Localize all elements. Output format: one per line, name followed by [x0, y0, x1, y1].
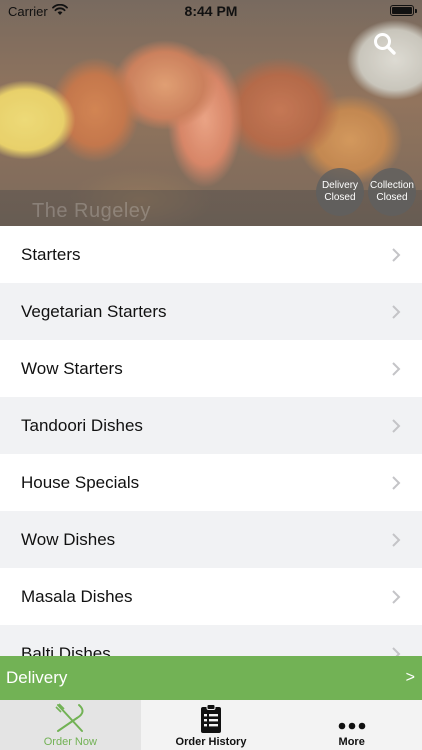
order-list-icon — [201, 704, 221, 733]
delivery-status-badge: Delivery Closed — [316, 168, 364, 216]
delivery-badge-line1: Delivery — [321, 180, 359, 191]
chevron-right-icon — [392, 589, 401, 604]
delivery-arrow: > — [405, 669, 415, 686]
menu-item-label: Starters — [21, 244, 81, 264]
status-time: 8:44 PM — [184, 3, 238, 19]
tab-label: Order Now — [43, 736, 97, 748]
menu-item-label: Wow Dishes — [21, 529, 116, 549]
menu-item-wow-dishes[interactable]: Wow Dishes — [0, 511, 422, 568]
chevron-right-icon — [392, 475, 401, 490]
menu-item-label: Wow Starters — [21, 358, 123, 378]
bottom-tab-bar: Order Now Order History More — [0, 700, 422, 750]
menu-item-masala-dishes[interactable]: Masala Dishes — [0, 568, 422, 625]
menu-item-label: Masala Dishes — [21, 586, 133, 606]
menu-item-tandoori-dishes[interactable]: Tandoori Dishes — [0, 397, 422, 454]
hero-banner: The Rugeley Delivery Closed Collection C… — [0, 0, 422, 226]
more-dots-icon — [338, 722, 365, 730]
menu-item-label: Tandoori Dishes — [21, 415, 143, 435]
restaurant-name: The Rugeley — [32, 200, 151, 222]
fork-knife-icon — [55, 703, 84, 732]
collection-badge-line2: Closed — [376, 192, 408, 203]
chevron-right-icon — [392, 532, 401, 547]
chevron-right-icon — [392, 247, 401, 262]
search-icon[interactable] — [372, 31, 398, 57]
chevron-right-icon — [392, 361, 401, 376]
tab-more[interactable]: More — [281, 700, 422, 750]
tab-label: Order History — [175, 736, 247, 748]
menu-item-house-specials[interactable]: House Specials — [0, 454, 422, 511]
menu-item-label: Vegetarian Starters — [21, 301, 167, 321]
delivery-badge-line2: Closed — [324, 192, 356, 203]
menu-item-label: House Specials — [21, 472, 140, 492]
tab-label: More — [338, 736, 365, 748]
chevron-right-icon — [392, 646, 401, 656]
delivery-mode-bar[interactable]: Delivery > — [0, 656, 422, 700]
menu-item-starters[interactable]: Starters — [0, 226, 422, 283]
tab-order-now[interactable]: Order Now — [0, 700, 141, 750]
chevron-right-icon — [392, 304, 401, 319]
menu-category-list: Starters Vegetarian Starters Wow Starter… — [0, 226, 422, 656]
chevron-right-icon — [392, 418, 401, 433]
tab-order-history[interactable]: Order History — [141, 700, 282, 750]
collection-status-badge: Collection Closed — [368, 168, 416, 216]
delivery-mode-label: Delivery — [6, 668, 68, 687]
menu-item-label: Balti Dishes — [21, 643, 111, 657]
menu-item-vegetarian-starters[interactable]: Vegetarian Starters — [0, 283, 422, 340]
menu-item-balti-dishes[interactable]: Balti Dishes — [0, 625, 422, 656]
status-bar: Carrier 8:44 PM — [0, 0, 422, 22]
menu-item-wow-starters[interactable]: Wow Starters — [0, 340, 422, 397]
collection-badge-line1: Collection — [370, 180, 414, 191]
battery-icon — [390, 5, 417, 16]
